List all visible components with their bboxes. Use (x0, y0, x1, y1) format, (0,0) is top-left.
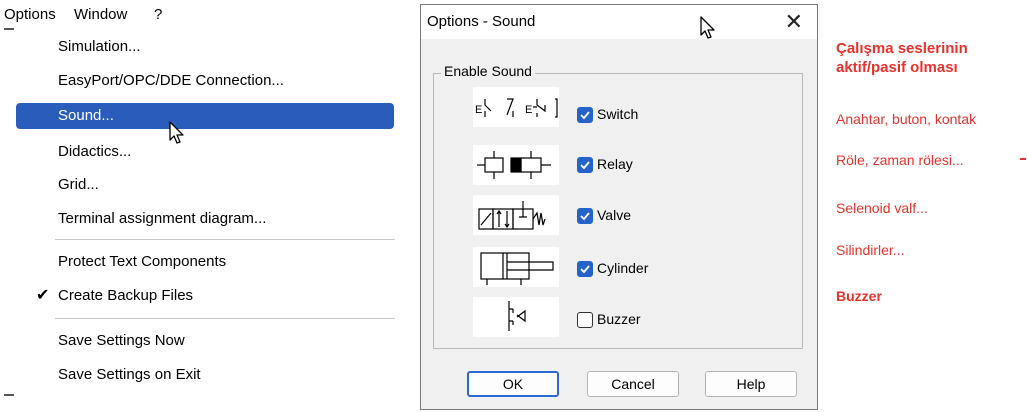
valve-label: Valve (597, 207, 631, 223)
annotation-dash (1020, 158, 1026, 160)
cylinder-label: Cylinder (597, 260, 649, 276)
valve-symbol-icon (473, 195, 559, 235)
sound-options-dialog: Options - Sound ✕ Enable Sound E E Switc… (420, 4, 818, 410)
relay-label: Relay (597, 156, 633, 172)
annotation-relay: Röle, zaman rölesi... (836, 152, 964, 168)
svg-text:E: E (525, 104, 532, 116)
annotation-heading-line2: aktif/pasif olması (836, 59, 958, 76)
annotation-valve: Selenoid valf... (836, 200, 928, 216)
menu-item-easyport[interactable]: EasyPort/OPC/DDE Connection... (16, 68, 394, 94)
annotation-switch: Anahtar, buton, kontak (836, 111, 977, 127)
menu-item-label: Save Settings Now (58, 332, 185, 349)
menu-edge-mark (4, 394, 14, 396)
annotation-heading-line1: Çalışma seslerinin (836, 40, 968, 57)
menu-item-create-backup[interactable]: ✔ Create Backup Files (16, 283, 394, 309)
menu-item-terminal-assignment[interactable]: Terminal assignment diagram... (16, 206, 394, 232)
menu-item-protect-text[interactable]: Protect Text Components (16, 249, 394, 275)
menu-item-label: Simulation... (58, 38, 141, 55)
close-icon[interactable]: ✕ (785, 9, 803, 35)
switch-label: Switch (597, 106, 639, 122)
checkmark-icon: ✔ (36, 287, 50, 304)
menu-item-save-settings-exit[interactable]: Save Settings on Exit (16, 362, 394, 388)
relay-checkbox[interactable] (577, 157, 593, 173)
mouse-cursor-icon (700, 16, 715, 39)
menu-item-label: Protect Text Components (58, 253, 227, 270)
svg-text:E: E (475, 104, 482, 116)
menu-item-label: Sound... (58, 107, 114, 124)
options-dropdown-menu: Simulation... EasyPort/OPC/DDE Connectio… (0, 28, 405, 412)
cylinder-checkbox[interactable] (577, 261, 593, 277)
help-button[interactable]: Help (705, 371, 797, 397)
cancel-button[interactable]: Cancel (587, 371, 679, 397)
menu-item-label: Create Backup Files (58, 287, 194, 304)
mouse-cursor-icon (169, 121, 184, 144)
menu-item-label: Grid... (58, 176, 99, 193)
menu-item-label: EasyPort/OPC/DDE Connection... (58, 72, 284, 89)
buzzer-label: Buzzer (597, 311, 641, 327)
annotation-cylinder: Silindirler... (836, 242, 905, 258)
menu-edge-mark (4, 28, 14, 30)
menu-options[interactable]: Options (4, 6, 56, 23)
buzzer-symbol-icon (473, 297, 559, 337)
switch-symbol-icon: E E (473, 87, 559, 127)
annotation-buzzer: Buzzer (836, 288, 882, 304)
menu-window[interactable]: Window (74, 6, 127, 23)
dialog-titlebar[interactable]: Options - Sound ✕ (421, 5, 817, 39)
buzzer-checkbox[interactable] (577, 312, 593, 328)
dialog-title: Options - Sound (427, 13, 536, 30)
menu-bar: Options Window ? (0, 0, 405, 26)
group-label: Enable Sound (441, 63, 535, 79)
menu-separator (55, 318, 395, 319)
switch-checkbox[interactable] (577, 107, 593, 123)
menu-item-label: Terminal assignment diagram... (58, 210, 267, 227)
menu-help[interactable]: ? (154, 6, 162, 23)
menu-item-save-settings-now[interactable]: Save Settings Now (16, 328, 394, 354)
menu-item-didactics[interactable]: Didactics... (16, 139, 394, 165)
relay-symbol-icon (473, 145, 559, 185)
valve-checkbox[interactable] (577, 208, 593, 224)
menu-item-sound[interactable]: Sound... (16, 103, 394, 129)
menu-separator (55, 239, 395, 240)
menu-item-simulation[interactable]: Simulation... (16, 34, 394, 60)
ok-button[interactable]: OK (467, 371, 559, 397)
cylinder-symbol-icon (473, 247, 559, 287)
menu-item-label: Didactics... (58, 143, 132, 160)
menu-item-label: Save Settings on Exit (58, 366, 201, 383)
menu-item-grid[interactable]: Grid... (16, 172, 394, 198)
